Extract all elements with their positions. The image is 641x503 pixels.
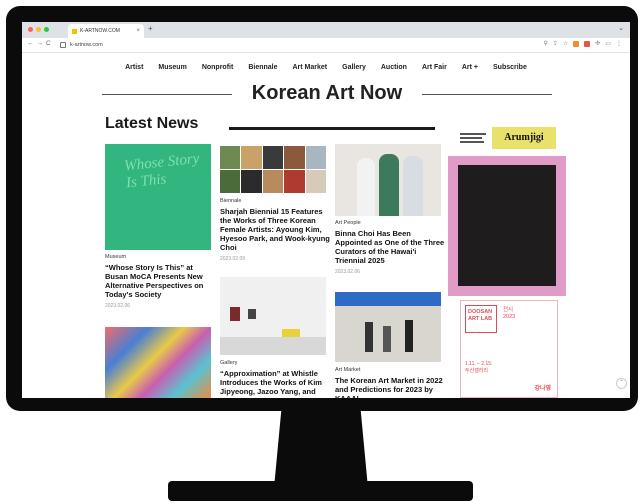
article-title[interactable]: Sharjah Biennial 15 Features the Works o… xyxy=(220,207,330,252)
site-header: Korean Art Now xyxy=(102,82,552,108)
doosan-label: 전시 xyxy=(503,307,514,313)
bookmark-star-icon[interactable]: ☆ xyxy=(563,40,568,47)
nav-item-gallery[interactable]: Gallery xyxy=(342,64,366,71)
close-tab-icon[interactable]: × xyxy=(136,28,140,34)
browser-tab-bar: K-ARTNOW.COM × + ⌄ xyxy=(22,22,630,38)
extension-icon[interactable] xyxy=(584,40,591,47)
new-tab-button[interactable]: + xyxy=(148,24,153,33)
doosan-year: 2023 xyxy=(503,314,516,320)
article-biennale[interactable]: Biennale Sharjah Biennial 15 Features th… xyxy=(220,198,330,262)
article-title[interactable]: “Approximation” at Whistle Introduces th… xyxy=(220,369,330,396)
sidebar-ad-black[interactable] xyxy=(458,165,556,286)
article-museum[interactable]: Museum “Whose Story Is This” at Busan Mo… xyxy=(105,254,213,309)
article-title[interactable]: Binna Choi Has Been Appointed as One of … xyxy=(335,229,445,265)
menu-icon[interactable]: ⋮ xyxy=(616,40,622,47)
scroll-top-button[interactable]: ⌃ xyxy=(616,378,627,389)
nav-item-nonprofit[interactable]: Nonprofit xyxy=(202,64,234,71)
close-window-button[interactable] xyxy=(28,27,33,32)
article-date: 2023.02.06 xyxy=(105,303,131,309)
article-art-market[interactable]: Art Market The Korean Art Market in 2022… xyxy=(335,367,445,398)
monitor-stand-base xyxy=(168,481,473,501)
browser-toolbar: ⚲ ⇪ ☆ ✣ ▭ ⋮ xyxy=(543,40,622,47)
ad-small-text xyxy=(460,131,490,145)
url-text: k-artnow.com xyxy=(70,42,103,48)
chevron-down-icon[interactable]: ⌄ xyxy=(618,24,624,32)
article-thumbnail-art-people[interactable] xyxy=(335,144,441,216)
site-nav: Artist Museum Nonprofit Biennale Art Mar… xyxy=(22,64,630,71)
section-title: Latest News xyxy=(105,115,199,132)
nav-item-artist[interactable]: Artist xyxy=(125,64,143,71)
zoom-icon[interactable]: ⚲ xyxy=(543,40,547,47)
sidebar-ad-arumjigi[interactable]: Arumjigi xyxy=(460,127,556,149)
article-gallery[interactable]: Gallery “Approximation” at Whistle Intro… xyxy=(220,360,330,396)
article-thumbnail-painting[interactable] xyxy=(105,327,211,398)
url-field[interactable]: k-artnow.com xyxy=(60,40,180,50)
nav-buttons: ←→C xyxy=(27,40,54,47)
article-art-people[interactable]: Art People Binna Choi Has Been Appointed… xyxy=(335,220,445,275)
article-category[interactable]: Biennale xyxy=(220,198,330,204)
article-category[interactable]: Gallery xyxy=(220,360,330,366)
doosan-artist: 강나영 xyxy=(534,386,551,392)
favicon-icon xyxy=(72,28,77,34)
reload-icon[interactable]: C xyxy=(46,40,54,47)
article-category[interactable]: Art People xyxy=(335,220,445,226)
article-date: 2023.02.09 xyxy=(220,256,246,262)
doosan-venue: 두산갤러리 xyxy=(465,368,489,374)
screen: K-ARTNOW.COM × + ⌄ ←→C k-artnow.com ⚲ ⇪ … xyxy=(22,22,630,398)
nav-item-biennale[interactable]: Biennale xyxy=(248,64,277,71)
nav-item-art-market[interactable]: Art Market xyxy=(293,64,328,71)
article-thumbnail-biennale[interactable] xyxy=(220,146,326,193)
window-controls xyxy=(28,27,49,32)
doosan-logo-line2: ART LAB xyxy=(468,316,493,322)
article-title[interactable]: The Korean Art Market in 2022 and Predic… xyxy=(335,376,445,398)
nav-item-auction[interactable]: Auction xyxy=(381,64,407,71)
poster-text: Whose Story Is This xyxy=(123,150,201,192)
minimize-window-button[interactable] xyxy=(36,27,41,32)
article-date: 2023.02.06 xyxy=(335,269,361,275)
doosan-exhibition-label: 전시 2023 xyxy=(503,307,515,321)
browser-tab[interactable]: K-ARTNOW.COM × xyxy=(68,24,144,38)
tab-title: K-ARTNOW.COM xyxy=(80,28,120,34)
section-divider xyxy=(229,127,435,130)
maximize-window-button[interactable] xyxy=(44,27,49,32)
article-thumbnail-gallery[interactable] xyxy=(220,277,326,355)
puzzle-icon[interactable]: ✣ xyxy=(595,40,600,47)
nav-item-subscribe[interactable]: Subscribe xyxy=(493,64,527,71)
extension-icon[interactable] xyxy=(573,40,580,47)
sidebar-icon[interactable]: ▭ xyxy=(605,40,611,47)
sidebar-ad-doosan[interactable]: DOOSAN ART LAB 전시 2023 1.11. – 2.15. 두산갤… xyxy=(460,300,558,398)
doosan-dates: 1.11. – 2.15. xyxy=(465,361,493,367)
forward-icon[interactable]: → xyxy=(37,40,47,47)
address-bar: ←→C k-artnow.com ⚲ ⇪ ☆ ✣ ▭ ⋮ xyxy=(22,38,630,53)
doosan-logo-line1: DOOSAN xyxy=(468,309,493,315)
monitor-frame: K-ARTNOW.COM × + ⌄ ←→C k-artnow.com ⚲ ⇪ … xyxy=(6,6,638,411)
doosan-date: 1.11. – 2.15. 두산갤러리 xyxy=(465,361,492,375)
nav-item-art-fair[interactable]: Art Fair xyxy=(422,64,447,71)
nav-item-museum[interactable]: Museum xyxy=(158,64,186,71)
monitor-stand-neck xyxy=(274,408,368,488)
article-category[interactable]: Museum xyxy=(105,254,213,260)
lock-icon xyxy=(60,42,66,48)
article-title[interactable]: “Whose Story Is This” at Busan MoCA Pres… xyxy=(105,263,213,299)
doosan-logo: DOOSAN ART LAB xyxy=(465,305,497,333)
article-category[interactable]: Art Market xyxy=(335,367,445,373)
share-icon[interactable]: ⇪ xyxy=(553,40,558,47)
back-icon[interactable]: ← xyxy=(27,40,37,47)
nav-item-art-plus[interactable]: Art + xyxy=(462,64,478,71)
article-thumbnail-art-market[interactable] xyxy=(335,292,441,362)
article-thumbnail-museum[interactable]: Whose Story Is This xyxy=(105,144,211,250)
ad-logo-text: Arumjigi xyxy=(492,127,556,149)
site-title[interactable]: Korean Art Now xyxy=(102,82,552,105)
